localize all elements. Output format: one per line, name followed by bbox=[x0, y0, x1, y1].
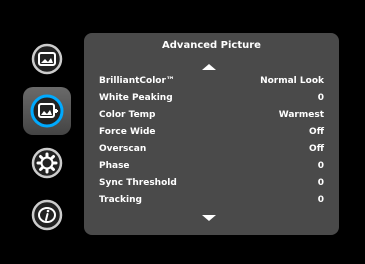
panel-title: Advanced Picture bbox=[162, 40, 261, 51]
scroll-down-arrow-icon[interactable] bbox=[202, 215, 216, 221]
menu-row-phase[interactable]: Phase 0 bbox=[99, 159, 324, 173]
menu-row-overscan[interactable]: Overscan Off bbox=[99, 142, 324, 156]
menu-row-label: Force Wide bbox=[99, 127, 156, 137]
menu-row-sync-threshold[interactable]: Sync Threshold 0 bbox=[99, 176, 324, 190]
menu-row-value: Off bbox=[309, 127, 324, 137]
menu-row-force-wide[interactable]: Force Wide Off bbox=[99, 125, 324, 139]
advanced-picture-menu-button[interactable] bbox=[23, 87, 71, 135]
advanced-picture-icon bbox=[30, 94, 64, 128]
settings-menu-button[interactable] bbox=[23, 139, 71, 187]
menu-row-label: White Peaking bbox=[99, 93, 173, 103]
menu-row-white-peaking[interactable]: White Peaking 0 bbox=[99, 91, 324, 105]
menu-row-value: Off bbox=[309, 144, 324, 154]
menu-row-value: 0 bbox=[317, 161, 324, 171]
menu-row-value: Normal Look bbox=[260, 76, 324, 86]
info-icon bbox=[31, 199, 63, 231]
menu-sidebar bbox=[20, 35, 74, 235]
menu-row-value: 0 bbox=[317, 178, 324, 188]
menu-row-value: Warmest bbox=[278, 110, 324, 120]
menu-row-value: 0 bbox=[317, 93, 324, 103]
menu-row-tracking[interactable]: Tracking 0 bbox=[99, 193, 324, 207]
menu-row-label: BrilliantColor™ bbox=[99, 76, 175, 86]
scroll-up-arrow-icon[interactable] bbox=[202, 64, 216, 70]
menu-row-label: Overscan bbox=[99, 144, 147, 154]
menu-row-label: Phase bbox=[99, 161, 130, 171]
picture-icon bbox=[31, 43, 63, 75]
menu-row-label: Tracking bbox=[99, 195, 142, 205]
menu-row-value: 0 bbox=[317, 195, 324, 205]
menu-row-color-temp[interactable]: Color Temp Warmest bbox=[99, 108, 324, 122]
menu-row-brilliantcolor[interactable]: BrilliantColor™ Normal Look bbox=[99, 74, 324, 88]
advanced-picture-panel: Advanced Picture BrilliantColor™ Normal … bbox=[84, 33, 339, 235]
info-menu-button[interactable] bbox=[23, 191, 71, 239]
menu-row-label: Color Temp bbox=[99, 110, 156, 120]
menu-row-label: Sync Threshold bbox=[99, 178, 177, 188]
gear-icon bbox=[31, 147, 63, 179]
picture-menu-button[interactable] bbox=[23, 35, 71, 83]
